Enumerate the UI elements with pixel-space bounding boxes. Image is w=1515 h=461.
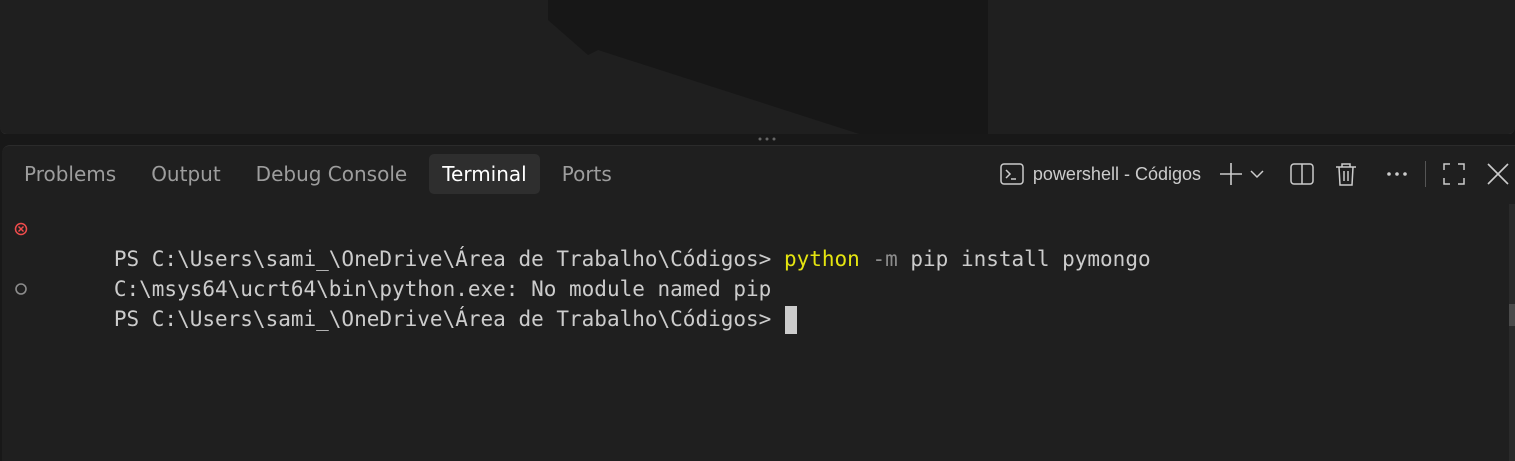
new-terminal-button[interactable] [1216,158,1246,190]
error-decoration-icon[interactable] [14,222,28,236]
terminal-output[interactable]: PS C:\Users\sami_\OneDrive\Área de Traba… [2,214,1501,334]
close-panel-button[interactable] [1483,158,1513,190]
drag-handle-icon[interactable] [757,136,781,142]
terminal-prompt: PS C:\Users\sami_\OneDrive\Área de Traba… [113,307,772,331]
terminal-scrollbar[interactable] [1509,204,1515,461]
pending-decoration-icon[interactable] [14,282,28,296]
terminal-cursor [785,306,798,334]
kill-terminal-button[interactable] [1331,158,1361,190]
panel-tabs: Problems Output Debug Console Terminal P… [2,154,634,194]
more-icon [1387,172,1407,176]
split-icon [1290,163,1314,185]
terminal-dropdown-button[interactable] [1248,158,1266,190]
more-actions-button[interactable] [1382,158,1412,190]
vscode-watermark-icon [548,0,988,134]
terminal-selector[interactable]: powershell - Códigos [999,158,1201,190]
chevron-down-icon [1250,170,1264,179]
actions-divider [1425,161,1426,187]
maximize-panel-button[interactable] [1439,158,1469,190]
terminal-line: PS C:\Users\sami_\OneDrive\Área de Traba… [2,214,1501,271]
editor-area [0,0,1515,135]
terminal-line: PS C:\Users\sami_\OneDrive\Área de Traba… [2,274,1501,334]
terminal-selector-label: powershell - Códigos [1032,163,1201,184]
terminal-icon [1000,163,1024,185]
plus-icon [1220,163,1242,185]
tab-terminal[interactable]: Terminal [429,154,540,194]
tab-problems[interactable]: Problems [11,154,129,194]
tab-debug-console[interactable]: Debug Console [243,154,421,194]
tab-ports[interactable]: Ports [549,154,625,194]
split-terminal-button[interactable] [1287,158,1317,190]
bottom-panel: Problems Output Debug Console Terminal P… [2,145,1515,461]
maximize-icon [1443,163,1465,185]
terminal-line: C:\msys64\ucrt64\bin\python.exe: No modu… [2,244,1501,301]
close-icon [1487,163,1509,185]
trash-icon [1336,163,1356,186]
panel-actions: powershell - Códigos [999,158,1515,190]
scrollbar-thumb[interactable] [1509,304,1515,326]
tab-output[interactable]: Output [138,154,233,194]
